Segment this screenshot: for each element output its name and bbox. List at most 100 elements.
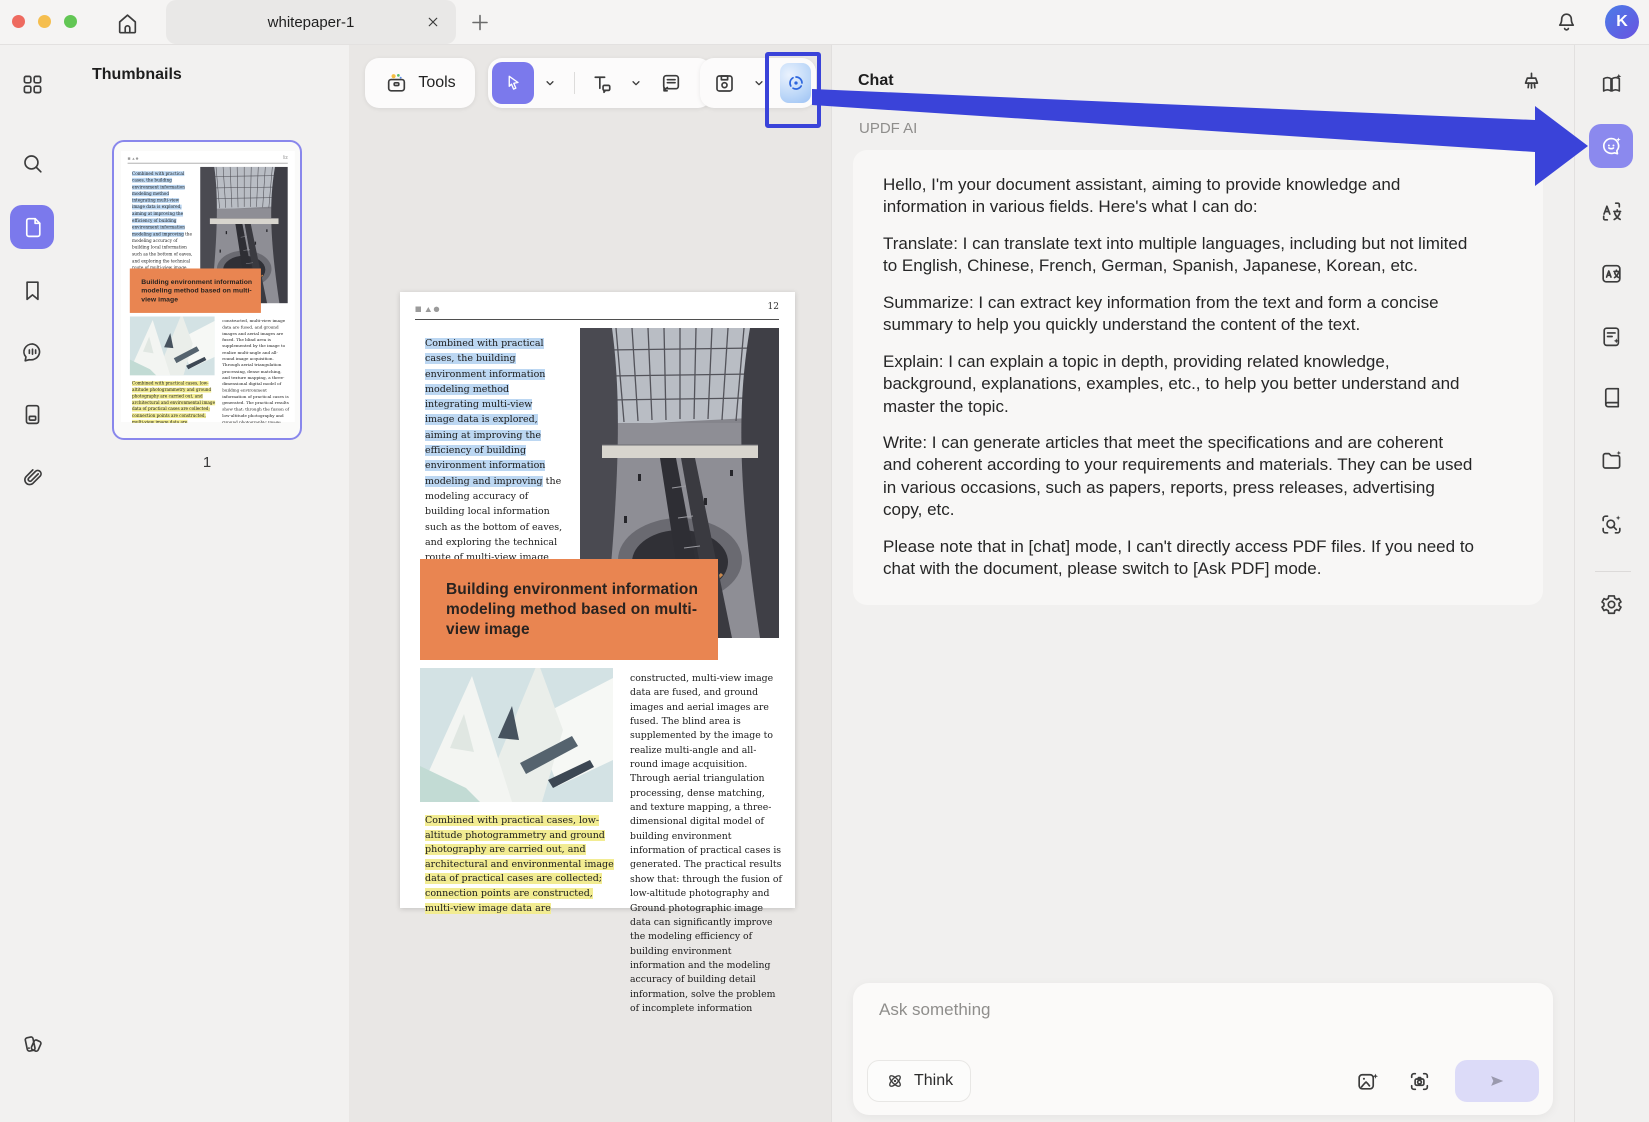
book-sparkle-icon <box>1599 72 1624 97</box>
think-toggle[interactable]: Think <box>867 1060 971 1102</box>
article-title: Building environment information modelin… <box>446 580 700 640</box>
sidebar-item-search[interactable] <box>10 141 54 185</box>
text-comment-dropdown[interactable] <box>620 73 652 93</box>
translate-page-icon <box>1599 261 1624 286</box>
publisher-logo-icon <box>128 156 139 160</box>
blue-highlighted-text: Combined with practical cases, the build… <box>132 171 185 236</box>
rail-item-settings[interactable] <box>1589 582 1633 626</box>
thumbnails-panel-title: Thumbnails <box>92 66 182 84</box>
page-number: 12 <box>283 155 288 159</box>
cursor-icon <box>503 73 523 93</box>
ai-chat-icon <box>1599 134 1624 159</box>
note-sparkle-icon <box>1599 324 1624 349</box>
rail-item-summarize[interactable] <box>1589 314 1633 358</box>
plus-icon <box>468 10 492 35</box>
notifications-button[interactable] <box>1552 8 1580 36</box>
home-button[interactable] <box>112 8 142 38</box>
sidebar-item-thumbnails[interactable] <box>10 205 54 249</box>
article-title-block: Building environment information modelin… <box>420 559 718 660</box>
page-right-column: constructed, multi-view image data are f… <box>222 318 289 423</box>
page-left-column: Combined with practical cases, the build… <box>425 336 563 581</box>
publisher-logo-icon <box>415 304 441 313</box>
home-icon <box>115 11 140 36</box>
toolbar-divider <box>574 72 575 94</box>
page-right-column: constructed, multi-view image data are f… <box>630 672 782 1016</box>
page-number: 12 <box>768 302 779 312</box>
page-yellow-paragraph: Combined with practical cases, low-altit… <box>425 814 617 916</box>
white-architecture-photo <box>420 668 613 802</box>
image-sparkle-icon <box>1355 1069 1380 1094</box>
select-tool-button[interactable] <box>492 62 534 104</box>
assistant-message-paragraph: Summarize: I can extract key information… <box>883 292 1475 337</box>
pdf-page: 12 Combined with practical cases, the bu… <box>400 292 795 908</box>
sidebar-item-forms[interactable] <box>10 392 54 436</box>
ai-highlight-box <box>765 52 821 128</box>
white-architecture-photo <box>130 316 215 375</box>
assistant-name: UPDF AI <box>859 120 917 137</box>
save-icon <box>712 71 737 96</box>
chevron-down-icon <box>540 73 560 93</box>
pdf-page: 12 Combined with practical cases, the bu… <box>121 151 295 422</box>
sidebar-item-attachments[interactable] <box>10 455 54 499</box>
text-comment-icon <box>589 71 614 96</box>
close-icon <box>424 12 442 32</box>
left-rail <box>0 44 65 1122</box>
rail-item-ai-chat[interactable] <box>1589 124 1633 168</box>
app-window: whitepaper-1 K <box>0 0 1649 1122</box>
tools-button[interactable]: Tools <box>365 58 475 108</box>
select-tool-dropdown[interactable] <box>534 73 566 93</box>
send-button[interactable] <box>1455 1060 1539 1102</box>
assistant-message-paragraph: Translate: I can translate text into mul… <box>883 233 1475 278</box>
page-yellow-paragraph: Combined with practical cases, low-altit… <box>132 381 216 423</box>
sidebar-item-grid-view[interactable] <box>10 62 54 106</box>
titlebar: whitepaper-1 K <box>0 0 1649 45</box>
save-button[interactable] <box>706 71 743 96</box>
atom-icon <box>885 1071 905 1091</box>
annotation-list-icon <box>658 71 683 96</box>
document-tab[interactable]: whitepaper-1 <box>166 0 456 44</box>
paperclip-icon <box>20 465 45 490</box>
minimize-window-button[interactable] <box>38 15 51 28</box>
rail-item-translate[interactable] <box>1589 189 1633 233</box>
yellow-highlighted-text: Combined with practical cases, low-altit… <box>425 815 614 914</box>
new-tab-button[interactable] <box>468 10 492 34</box>
search-icon <box>20 151 45 176</box>
chat-input-card: Think <box>853 983 1553 1115</box>
folder-sparkle-icon <box>1599 448 1624 473</box>
avatar[interactable]: K <box>1605 5 1639 39</box>
reader-icon <box>1599 385 1624 410</box>
chat-panel-title: Chat <box>858 72 894 90</box>
assistant-message-paragraph: Hello, I'm your document assistant, aimi… <box>883 174 1475 219</box>
rail-item-ai-files[interactable] <box>1589 438 1633 482</box>
rail-item-translate-page[interactable] <box>1589 251 1633 295</box>
swatch-icon <box>20 1031 45 1056</box>
tab-title: whitepaper-1 <box>268 14 355 31</box>
page-header-rule <box>415 319 779 320</box>
rail-item-reader-ai[interactable] <box>1589 62 1633 106</box>
zoom-window-button[interactable] <box>64 15 77 28</box>
close-tab-button[interactable] <box>424 13 442 31</box>
rail-item-reader-mode[interactable] <box>1589 375 1633 419</box>
blue-highlighted-text: Combined with practical cases, the build… <box>425 338 545 487</box>
clear-chat-button[interactable] <box>1515 66 1547 98</box>
rail-item-visual-search[interactable] <box>1589 502 1633 546</box>
form-icon <box>20 402 45 427</box>
screenshot-button[interactable] <box>1405 1067 1433 1095</box>
chat-input[interactable] <box>877 999 1441 1021</box>
assistant-message-paragraph: Explain: I can explain a topic in depth,… <box>883 351 1475 418</box>
page-thumbnail[interactable]: 12 Combined with practical cases, the bu… <box>112 140 302 440</box>
translate-icon <box>1599 199 1624 224</box>
think-label: Think <box>914 1072 953 1090</box>
annotation-list-button[interactable] <box>652 71 689 96</box>
attach-image-button[interactable] <box>1353 1067 1381 1095</box>
broom-icon <box>1519 70 1544 95</box>
sidebar-item-comments[interactable] <box>10 330 54 374</box>
sidebar-item-swatches[interactable] <box>10 1021 54 1065</box>
close-window-button[interactable] <box>12 15 25 28</box>
chat-input-toolbar: Think <box>867 1060 1539 1102</box>
bell-icon <box>1554 10 1579 35</box>
sidebar-item-bookmarks[interactable] <box>10 268 54 312</box>
assistant-message-paragraph: Please note that in [chat] mode, I can't… <box>883 536 1475 581</box>
assistant-message-paragraph: Write: I can generate articles that meet… <box>883 432 1475 522</box>
text-comment-tool-button[interactable] <box>583 71 620 96</box>
